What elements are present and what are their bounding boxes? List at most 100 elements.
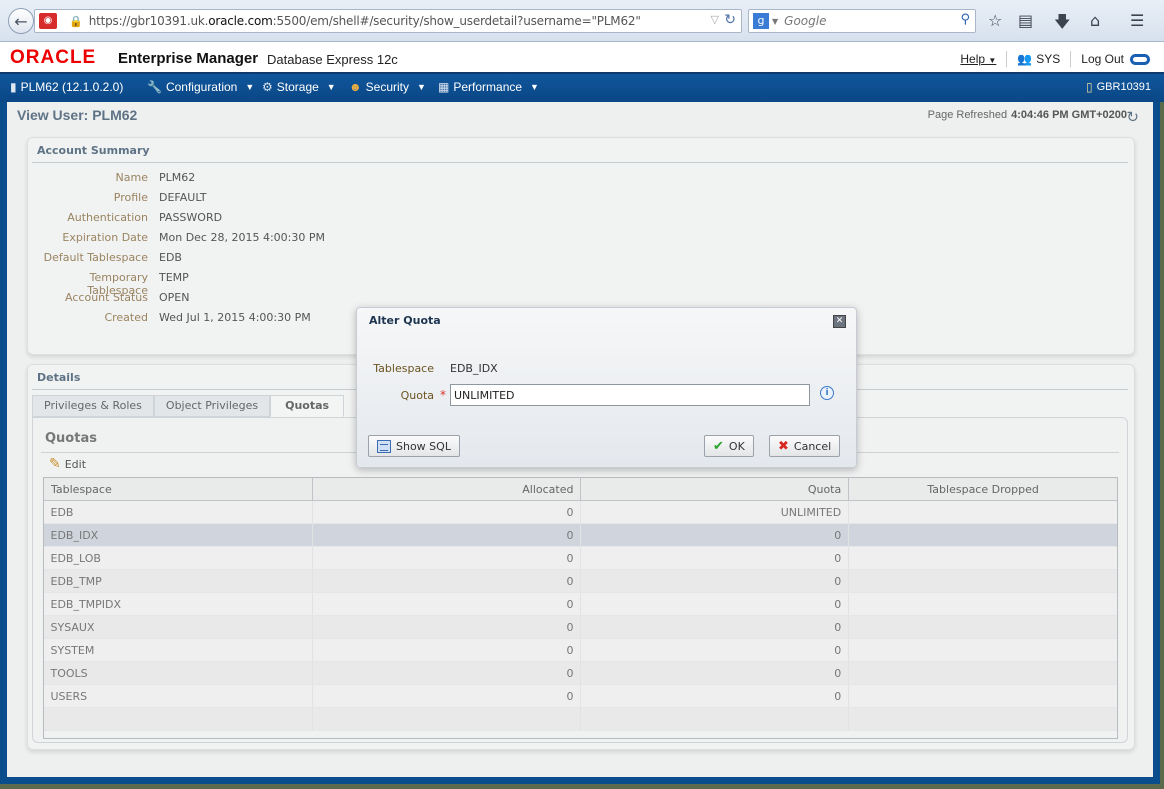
cancel-x-icon: ✖	[778, 438, 789, 454]
oracle-ring-icon	[1130, 53, 1150, 65]
column-header-tablespace[interactable]: Tablespace	[43, 477, 313, 501]
ok-button[interactable]: ✔ OK	[704, 435, 754, 457]
page-title: View User: PLM62	[17, 107, 138, 123]
table-row[interactable]: USERS 0 0	[43, 684, 1118, 708]
quota-label: Quota	[400, 388, 434, 402]
cell-tablespace-dropped	[848, 500, 1118, 524]
nav-menu-performance[interactable]: ▦ Performance ▼	[438, 80, 539, 94]
refresh-icon[interactable]: ↻	[1126, 108, 1139, 126]
table-row[interactable]: SYSAUX 0 0	[43, 615, 1118, 639]
divider	[1070, 51, 1072, 67]
edit-button[interactable]: ✎ Edit	[49, 456, 86, 472]
alter-quota-dialog: Alter Quota ✕ Tablespace EDB_IDX Quota *…	[356, 307, 857, 468]
cancel-button[interactable]: ✖ Cancel	[769, 435, 841, 457]
host-link[interactable]: ▯ GBR10391	[1086, 80, 1151, 94]
quota-input[interactable]	[450, 384, 810, 406]
quota-row: Quota *	[357, 384, 810, 406]
tab-privileges-roles[interactable]: Privileges & Roles	[32, 395, 154, 417]
database-home-link[interactable]: ▮ PLM62 (12.1.0.2.0)	[10, 80, 123, 94]
page-refreshed: Page Refreshed 4:04:46 PM GMT+0200	[927, 109, 1127, 121]
table-row[interactable]: EDB_LOB 0 0	[43, 546, 1118, 570]
cell-allocated: 0	[312, 592, 582, 616]
cell-tablespace-dropped	[848, 592, 1118, 616]
product-subtitle: Database Express 12c	[267, 52, 398, 67]
required-indicator: *	[440, 388, 446, 402]
cell-allocated: 0	[312, 661, 582, 685]
search-engine-dropdown-icon[interactable]: ▼	[772, 17, 778, 26]
search-bar[interactable]: g ▼ Google ⚲	[748, 9, 976, 33]
field-profile: Profile DEFAULT	[113, 191, 207, 204]
table-row[interactable]: EDB_TMPIDX 0 0	[43, 592, 1118, 616]
cell-tablespace-dropped	[848, 523, 1118, 547]
cell-quota: UNLIMITED	[580, 500, 850, 524]
quotas-table: Tablespace Allocated Quota Tablespace Dr…	[43, 477, 1118, 731]
url-dropdown-icon[interactable]: ▽	[711, 13, 719, 26]
search-icon[interactable]: ⚲	[960, 12, 970, 27]
quotas-title: Quotas	[45, 431, 97, 446]
reading-list-icon[interactable]: ▤	[1018, 11, 1033, 30]
details-title: Details	[37, 371, 81, 384]
help-menu[interactable]: Help ▼	[960, 52, 996, 66]
logout-link[interactable]: Log Out	[1081, 52, 1124, 66]
nav-menu-configuration[interactable]: 🔧 Configuration ▼	[147, 80, 254, 94]
table-row[interactable]: EDB_TMP 0 0	[43, 569, 1118, 593]
field-created: Created Wed Jul 1, 2015 4:00:30 PM	[104, 311, 311, 324]
app-header: ORACLE Enterprise Manager Database Expre…	[0, 42, 1164, 72]
cell-quota: 0	[580, 569, 850, 593]
tab-quotas[interactable]: Quotas	[270, 395, 345, 417]
cell-tablespace-dropped	[848, 569, 1118, 593]
table-row-empty	[43, 707, 1118, 731]
main-nav: ▮ PLM62 (12.1.0.2.0) 🔧 Configuration ▼ ⚙ …	[0, 72, 1164, 102]
column-header-tablespace-dropped[interactable]: Tablespace Dropped	[848, 477, 1118, 501]
cell-allocated: 0	[312, 615, 582, 639]
tab-object-privileges[interactable]: Object Privileges	[153, 395, 271, 417]
cell-tablespace-dropped	[848, 615, 1118, 639]
table-row[interactable]: EDB_IDX 0 0	[43, 523, 1118, 547]
cell-quota: 0	[580, 684, 850, 708]
wrench-icon: 🔧	[147, 80, 162, 94]
tablespace-value: EDB_IDX	[450, 362, 498, 375]
cell-tablespace: SYSAUX	[43, 615, 313, 639]
cell-allocated: 0	[312, 546, 582, 570]
url-text[interactable]: https://gbr10391.uk.oracle.com:5500/em/s…	[89, 14, 641, 28]
cell-tablespace-dropped	[848, 546, 1118, 570]
show-sql-button[interactable]: Show SQL	[368, 435, 460, 457]
cell-tablespace-dropped	[848, 707, 1118, 731]
cell-quota: 0	[580, 661, 850, 685]
storage-icon: ⚙	[262, 80, 273, 94]
cell-allocated: 0	[312, 638, 582, 662]
server-icon: ▯	[1086, 80, 1093, 94]
cell-allocated: 0	[312, 569, 582, 593]
divider	[1006, 51, 1008, 67]
table-header-row: Tablespace Allocated Quota Tablespace Dr…	[43, 477, 1118, 501]
table-row[interactable]: EDB 0 UNLIMITED	[43, 500, 1118, 524]
cell-allocated: 0	[312, 684, 582, 708]
database-icon: ▮	[10, 80, 17, 94]
reload-icon[interactable]: ↻	[724, 12, 736, 28]
bookmark-star-icon[interactable]: ☆	[988, 11, 1002, 30]
field-expiration-date: Expiration Date Mon Dec 28, 2015 4:00:30 …	[62, 231, 325, 244]
home-icon[interactable]: ⌂	[1090, 11, 1100, 30]
google-icon[interactable]: g	[753, 13, 769, 29]
cell-tablespace: EDB_TMP	[43, 569, 313, 593]
cell-tablespace	[43, 707, 313, 731]
menu-icon[interactable]: ☰	[1130, 11, 1144, 30]
header-actions: Help ▼ 👥 SYS Log Out	[960, 51, 1150, 67]
info-icon[interactable]: i	[820, 386, 834, 400]
nav-menu-storage[interactable]: ⚙ Storage ▼	[262, 80, 336, 94]
download-icon[interactable]: 🡇	[1054, 11, 1070, 38]
chevron-down-icon: ▼	[988, 56, 997, 65]
current-user: SYS	[1036, 52, 1061, 66]
close-icon[interactable]: ✕	[833, 315, 846, 328]
search-input[interactable]: Google	[784, 14, 826, 28]
table-row[interactable]: SYSTEM 0 0	[43, 638, 1118, 662]
back-button[interactable]: ←	[8, 8, 34, 34]
table-row[interactable]: TOOLS 0 0	[43, 661, 1118, 685]
cell-quota: 0	[580, 638, 850, 662]
column-header-quota[interactable]: Quota	[580, 477, 850, 501]
address-bar[interactable]: ◉ 🔒 https://gbr10391.uk.oracle.com:5500/…	[34, 9, 742, 33]
cell-quota: 0	[580, 546, 850, 570]
nav-menu-security[interactable]: ☻ Security ▼	[349, 80, 426, 94]
column-header-allocated[interactable]: Allocated	[311, 477, 582, 501]
field-account-status: Account Status OPEN	[65, 291, 190, 304]
